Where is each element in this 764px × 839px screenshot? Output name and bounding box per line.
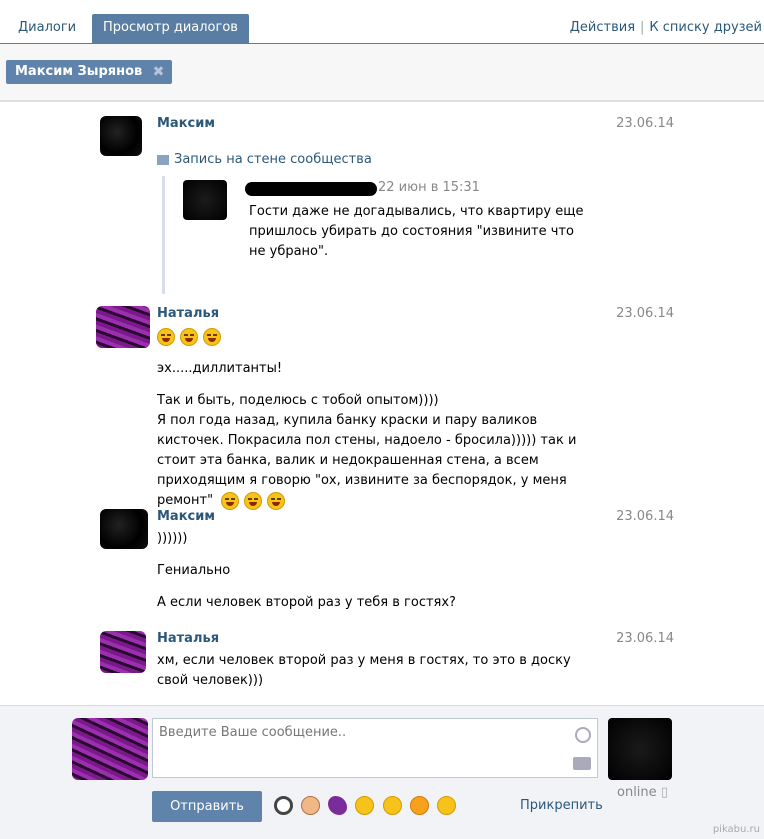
message-text: эх.....диллитанты! [157, 361, 283, 376]
grinning-emoji-icon [244, 491, 263, 510]
winking-tongue-emoji-icon[interactable] [436, 796, 456, 815]
wall-post-link[interactable]: Запись на стене сообщества [157, 152, 372, 167]
face-emoji-icon[interactable] [301, 796, 321, 815]
message-date: 23.06.14 [616, 509, 674, 524]
kissing-emoji-icon[interactable] [409, 796, 429, 815]
wall-post-quote: 22 июн в 15:31 Гости даже не догадывалис… [162, 176, 595, 294]
message-date: 23.06.14 [616, 116, 674, 131]
message-text: Так и быть, поделюсь с тобой опытом)))) [157, 393, 439, 408]
online-status-label: online [617, 785, 657, 800]
flushed-emoji-icon[interactable] [382, 796, 402, 815]
wall-post-avatar[interactable] [183, 180, 227, 220]
recipient-chip[interactable]: Максим Зырянов ✖ [6, 60, 173, 84]
message-body: )))))) Гениально А если человек второй р… [157, 529, 597, 613]
avatar[interactable] [100, 631, 146, 673]
close-icon[interactable]: ✖ [153, 60, 165, 84]
message-text: А если человек второй раз у тебя в гостя… [157, 595, 456, 610]
watermark-text: pikabu.ru [712, 824, 760, 835]
message-author[interactable]: Наталья [157, 631, 219, 646]
actions-link[interactable]: Действия [570, 20, 635, 35]
send-button[interactable]: Отправить [152, 791, 262, 822]
message-input[interactable]: Введите Ваше сообщение.. [152, 718, 598, 778]
top-tabs-bar: Диалоги Просмотр диалогов Действия | К спи… [0, 0, 764, 44]
camera-icon[interactable] [573, 757, 591, 770]
tab-dialogs[interactable]: Диалоги [8, 14, 86, 43]
smile-icon[interactable] [575, 727, 591, 743]
friend-avatar[interactable] [608, 718, 672, 780]
emoji-row [157, 327, 597, 349]
mobile-icon: ▯ [660, 785, 668, 800]
recipient-chip-label: Максим Зырянов [15, 64, 143, 79]
laughing-emoji-icon [157, 327, 175, 346]
message-author[interactable]: Наталья [157, 306, 219, 321]
wall-post-author-redacted [245, 182, 377, 196]
message-date: 23.06.14 [616, 306, 674, 321]
message-text: )))))) [157, 531, 188, 546]
message-composer: Введите Ваше сообщение.. online ▯ Отправ… [0, 705, 764, 839]
online-status: online ▯ [617, 785, 668, 800]
grinning-emoji-icon[interactable] [355, 796, 375, 815]
top-right-links: Действия | К списку друзей [570, 14, 762, 43]
tab-view-dialogs[interactable]: Просмотр диалогов [92, 14, 249, 43]
message-body: эх.....диллитанты! Так и быть, поделюсь … [157, 327, 597, 511]
message-text: Я пол года назад, купила банку краски и … [157, 411, 597, 511]
avatar[interactable] [96, 306, 150, 348]
comment-icon [157, 154, 169, 165]
message-input-placeholder: Введите Ваше сообщение.. [159, 725, 347, 740]
grinning-emoji-icon [267, 491, 286, 510]
message-author[interactable]: Максим [157, 509, 215, 524]
message-author[interactable]: Максим [157, 116, 215, 131]
eggplant-emoji-icon[interactable] [328, 796, 348, 815]
magnifier-emoji-icon[interactable] [274, 796, 293, 815]
wall-post-text: Гости даже не догадывались, что квартиру… [249, 204, 584, 259]
laughing-emoji-icon [180, 327, 198, 346]
message-text: Гениально [157, 563, 231, 578]
message-text: хм, если человек второй раз у меня в гос… [157, 653, 571, 688]
quick-emoji-bar [274, 796, 460, 816]
dialog-filter-bar: Максим Зырянов ✖ [0, 44, 764, 102]
laughing-emoji-icon [203, 327, 221, 346]
message-body: хм, если человек второй раз у меня в гос… [157, 651, 597, 691]
wall-post-date[interactable]: 22 июн в 15:31 [378, 180, 480, 195]
message-date: 23.06.14 [616, 631, 674, 646]
message-text-span: Я пол года назад, купила банку краски и … [157, 413, 577, 508]
attach-button[interactable]: Прикрепить [520, 798, 603, 813]
grinning-emoji-icon [221, 491, 240, 510]
to-friends-link[interactable]: К списку друзей [649, 20, 762, 35]
my-avatar[interactable] [72, 718, 148, 780]
avatar[interactable] [100, 116, 142, 156]
wall-post-link-label: Запись на стене сообщества [174, 152, 372, 167]
links-separator: | [640, 20, 645, 35]
avatar[interactable] [100, 509, 148, 549]
